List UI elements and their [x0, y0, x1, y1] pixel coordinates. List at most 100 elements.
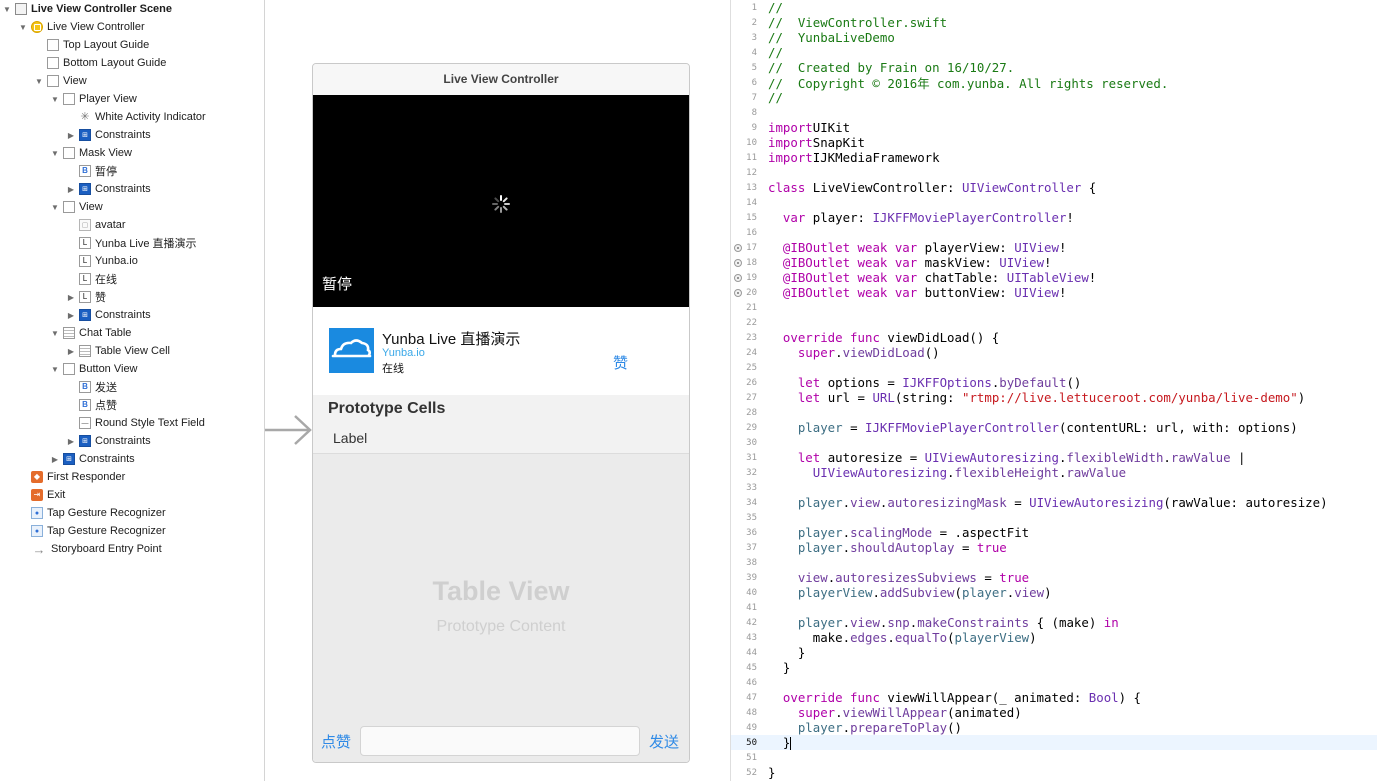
outline-item[interactable]: L 在线 — [66, 270, 117, 288]
storyboard-entry-arrow-icon[interactable] — [265, 412, 315, 448]
code-line[interactable]: 45 } — [731, 660, 1377, 675]
code-line[interactable]: 34 player.view.autoresizingMask = UIView… — [731, 495, 1377, 510]
code-line[interactable]: 52} — [731, 765, 1377, 780]
code-line[interactable]: 11 importIJKMediaFramework — [731, 150, 1377, 165]
code-line[interactable]: 51 — [731, 750, 1377, 765]
outline-item[interactable]: ▢ avatar — [66, 216, 126, 234]
code-line[interactable]: 13 class LiveViewController: UIViewContro… — [731, 180, 1377, 195]
code-line[interactable]: 26 let options = IJKFFOptions.byDefault(… — [731, 375, 1377, 390]
outlet-connection-icon[interactable] — [734, 288, 742, 297]
code-line[interactable]: 27 let url = URL(string: "rtmp://live.le… — [731, 390, 1377, 405]
code-line[interactable]: 19 @IBOutlet weak var chatTable: UITable… — [731, 270, 1377, 285]
outline-item[interactable]: Bottom Layout Guide — [34, 54, 166, 72]
code-line[interactable]: 43 make.edges.equalTo(playerView) — [731, 630, 1377, 645]
outline-item[interactable]: ▼ View — [34, 72, 87, 90]
like-button[interactable]: 点赞 — [321, 731, 351, 752]
outline-item[interactable]: ▶ ⊞ Constraints — [66, 306, 151, 324]
code-line[interactable]: 3 // YunbaLiveDemo — [731, 30, 1377, 45]
code-line[interactable]: 16 — [731, 225, 1377, 240]
scene-title-bar[interactable]: Live View Controller — [313, 64, 689, 96]
code-line[interactable]: 37 player.shouldAutoplay = true — [731, 540, 1377, 555]
outline-item[interactable]: ✳ White Activity Indicator — [66, 108, 205, 126]
code-line[interactable]: 28 — [731, 405, 1377, 420]
outline-item[interactable]: B 暂停 — [66, 162, 117, 180]
outline-item[interactable]: L Yunba.io — [66, 252, 138, 270]
outline-item[interactable]: — Round Style Text Field — [66, 414, 205, 432]
disclosure-open-icon[interactable]: ▼ — [50, 329, 60, 338]
outline-item[interactable]: B 点赞 — [66, 396, 117, 414]
code-line[interactable]: 47 override func viewWillAppear(_ animat… — [731, 690, 1377, 705]
code-line[interactable]: 39 view.autoresizesSubviews = true — [731, 570, 1377, 585]
code-line[interactable]: 38 — [731, 555, 1377, 570]
disclosure-closed-icon[interactable]: ▶ — [66, 311, 76, 320]
outline-item[interactable]: L Yunba Live 直播演示 — [66, 234, 197, 252]
prototype-cells-section[interactable]: Prototype Cells Label — [313, 395, 689, 454]
disclosure-closed-icon[interactable]: ▶ — [66, 347, 76, 356]
code-line[interactable]: 29 player = IJKFFMoviePlayerController(c… — [731, 420, 1377, 435]
disclosure-open-icon[interactable]: ▼ — [50, 203, 60, 212]
code-line[interactable]: 42 player.view.snp.makeConstraints { (ma… — [731, 615, 1377, 630]
code-line[interactable]: 22 — [731, 315, 1377, 330]
code-line[interactable]: 50 } — [731, 735, 1377, 750]
disclosure-closed-icon[interactable]: ▶ — [66, 293, 76, 302]
code-line[interactable]: 46 — [731, 675, 1377, 690]
disclosure-closed-icon[interactable]: ▶ — [66, 185, 76, 194]
code-line[interactable]: 7 // — [731, 90, 1377, 105]
code-line[interactable]: 30 — [731, 435, 1377, 450]
code-line[interactable]: 10 importSnapKit — [731, 135, 1377, 150]
disclosure-closed-icon[interactable]: ▶ — [66, 437, 76, 446]
outline-item[interactable]: ▼ Chat Table — [50, 324, 131, 342]
chat-table-view[interactable]: Table View Prototype Content — [313, 454, 689, 722]
code-line[interactable]: 24 super.viewDidLoad() — [731, 345, 1377, 360]
outline-item[interactable]: ⇥ Exit — [18, 486, 65, 504]
code-line[interactable]: 35 — [731, 510, 1377, 525]
view-controller-frame[interactable]: Live View Controller 暂停 Yunba Live 直播演示 … — [312, 63, 690, 763]
code-line[interactable]: 21 — [731, 300, 1377, 315]
code-line[interactable]: 40 playerView.addSubview(player.view) — [731, 585, 1377, 600]
code-line[interactable]: 1 // — [731, 0, 1377, 15]
outline-item[interactable]: ▼ Player View — [50, 90, 137, 108]
disclosure-open-icon[interactable]: ▼ — [2, 5, 12, 14]
outlet-connection-icon[interactable] — [734, 273, 742, 282]
code-line[interactable]: 25 — [731, 360, 1377, 375]
disclosure-open-icon[interactable]: ▼ — [50, 365, 60, 374]
code-line[interactable]: 31 let autoresize = UIViewAutoresizing.f… — [731, 450, 1377, 465]
outline-item[interactable]: ▼ Live View Controller — [18, 18, 145, 36]
disclosure-open-icon[interactable]: ▼ — [18, 23, 28, 32]
disclosure-open-icon[interactable]: ▼ — [50, 149, 60, 158]
code-line[interactable]: 14 — [731, 195, 1377, 210]
code-line[interactable]: 15 var player: IJKFFMoviePlayerControlle… — [731, 210, 1377, 225]
outline-item[interactable]: ▶ ⊞ Constraints — [66, 126, 151, 144]
outline-item[interactable]: ● Tap Gesture Recognizer — [18, 522, 166, 540]
outline-item[interactable]: B 发送 — [66, 378, 117, 396]
outline-item[interactable]: Top Layout Guide — [34, 36, 149, 54]
code-line[interactable]: 33 — [731, 480, 1377, 495]
code-line[interactable]: 12 — [731, 165, 1377, 180]
outline-item[interactable]: ▶ ⊞ Constraints — [66, 180, 151, 198]
outline-item[interactable]: ▶ Table View Cell — [66, 342, 170, 360]
outline-item[interactable]: ▼ View — [50, 198, 103, 216]
code-line[interactable]: 20 @IBOutlet weak var buttonView: UIView… — [731, 285, 1377, 300]
pause-button[interactable]: 暂停 — [322, 273, 352, 294]
disclosure-open-icon[interactable]: ▼ — [34, 77, 44, 86]
outline-item[interactable]: → Storyboard Entry Point — [18, 540, 162, 558]
code-line[interactable]: 49 player.prepareToPlay() — [731, 720, 1377, 735]
code-line[interactable]: 4 // — [731, 45, 1377, 60]
code-line[interactable]: 32 UIViewAutoresizing.flexibleHeight.raw… — [731, 465, 1377, 480]
code-line[interactable]: 44 } — [731, 645, 1377, 660]
outline-item[interactable]: ▼ Button View — [50, 360, 138, 378]
outline-item[interactable]: ▶ ⊞ Constraints — [66, 432, 151, 450]
send-button[interactable]: 发送 — [649, 731, 679, 752]
code-line[interactable]: 9 importUIKit — [731, 120, 1377, 135]
code-line[interactable]: 18 @IBOutlet weak var maskView: UIView! — [731, 255, 1377, 270]
code-line[interactable]: 8 — [731, 105, 1377, 120]
code-editor[interactable]: 1 // 2 // ViewController.swift 3 // YunbaLive… — [730, 0, 1377, 781]
outlet-connection-icon[interactable] — [734, 243, 742, 252]
code-line[interactable]: 48 super.viewWillAppear(animated) — [731, 705, 1377, 720]
disclosure-closed-icon[interactable]: ▶ — [50, 455, 60, 464]
code-line[interactable]: 2 // ViewController.swift — [731, 15, 1377, 30]
outline-item[interactable]: ▼ Mask View — [50, 144, 132, 162]
code-line[interactable]: 23 override func viewDidLoad() { — [731, 330, 1377, 345]
outline-item[interactable]: ▶ L 赞 — [66, 288, 106, 306]
outline-item[interactable]: ▶ ⊞ Constraints — [50, 450, 135, 468]
